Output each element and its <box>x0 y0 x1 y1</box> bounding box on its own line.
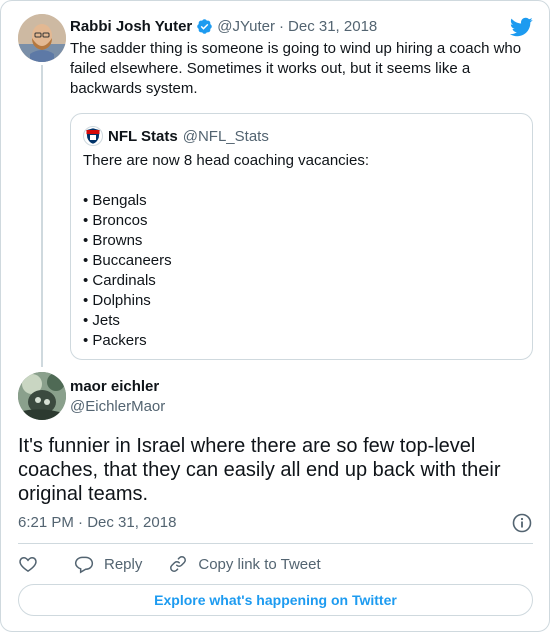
separator-dot: · <box>279 17 285 35</box>
reply-label: Reply <box>104 555 143 573</box>
author-name[interactable]: maor eichler <box>70 378 159 395</box>
quoted-author-name: NFL Stats <box>108 127 178 145</box>
info-icon[interactable] <box>512 513 532 533</box>
parent-tweet-date[interactable]: Dec 31, 2018 <box>288 18 377 35</box>
list-item: • Dolphins <box>83 292 151 309</box>
parent-author-handle[interactable]: @JYuter <box>217 18 275 35</box>
explore-twitter-button[interactable]: Explore what's happening on Twitter <box>18 584 533 616</box>
nfl-shield-icon <box>83 126 103 146</box>
author-avatar[interactable] <box>18 372 66 420</box>
author-handle[interactable]: @EichlerMaor <box>70 398 165 415</box>
list-item: • Bengals <box>83 192 147 209</box>
tweet-timestamp[interactable]: 6:21 PM · Dec 31, 2018 <box>18 514 176 531</box>
tweet-actions: Reply Copy link to Tweet <box>18 552 347 576</box>
parent-author-avatar[interactable] <box>18 14 66 62</box>
parent-author-name[interactable]: Rabbi Josh Yuter <box>70 18 192 35</box>
quoted-tweet[interactable]: NFL Stats @NFL_Stats There are now 8 hea… <box>70 113 533 360</box>
quoted-tweet-text: There are now 8 head coaching vacancies:… <box>83 151 369 351</box>
verified-badge-icon <box>197 18 213 34</box>
list-item: • Packers <box>83 332 147 349</box>
parent-tweet-text: The sadder thing is someone is going to … <box>70 40 522 97</box>
twitter-bird-icon[interactable] <box>509 15 533 39</box>
thread-connector-line <box>41 65 43 367</box>
list-item: • Cardinals <box>83 272 156 289</box>
like-button[interactable] <box>18 554 48 574</box>
vacancy-list: • Bengals • Broncos • Browns • Buccaneer… <box>83 191 369 351</box>
quoted-tweet-header: NFL Stats @NFL_Stats <box>83 126 269 146</box>
quoted-tweet-intro: There are now 8 head coaching vacancies: <box>83 152 370 169</box>
reply-bubble-icon <box>74 556 94 574</box>
quoted-author-handle: @NFL_Stats <box>182 127 269 145</box>
list-item: • Browns <box>83 232 143 249</box>
embedded-tweet-card: Rabbi Josh Yuter @JYuter · Dec 31, 2018 … <box>0 0 550 632</box>
tweet-text: It's funnier in Israel where there are s… <box>18 435 501 505</box>
reply-button[interactable]: Reply <box>74 554 142 574</box>
list-item: • Jets <box>83 312 120 329</box>
copy-link-label: Copy link to Tweet <box>198 555 321 573</box>
divider <box>18 543 533 544</box>
parent-tweet-header: Rabbi Josh Yuter @JYuter · Dec 31, 2018 <box>70 16 377 36</box>
list-item: • Broncos <box>83 212 148 229</box>
list-item: • Buccaneers <box>83 252 172 269</box>
heart-icon <box>19 556 37 572</box>
link-icon <box>170 556 187 572</box>
copy-link-button[interactable]: Copy link to Tweet <box>168 554 321 574</box>
